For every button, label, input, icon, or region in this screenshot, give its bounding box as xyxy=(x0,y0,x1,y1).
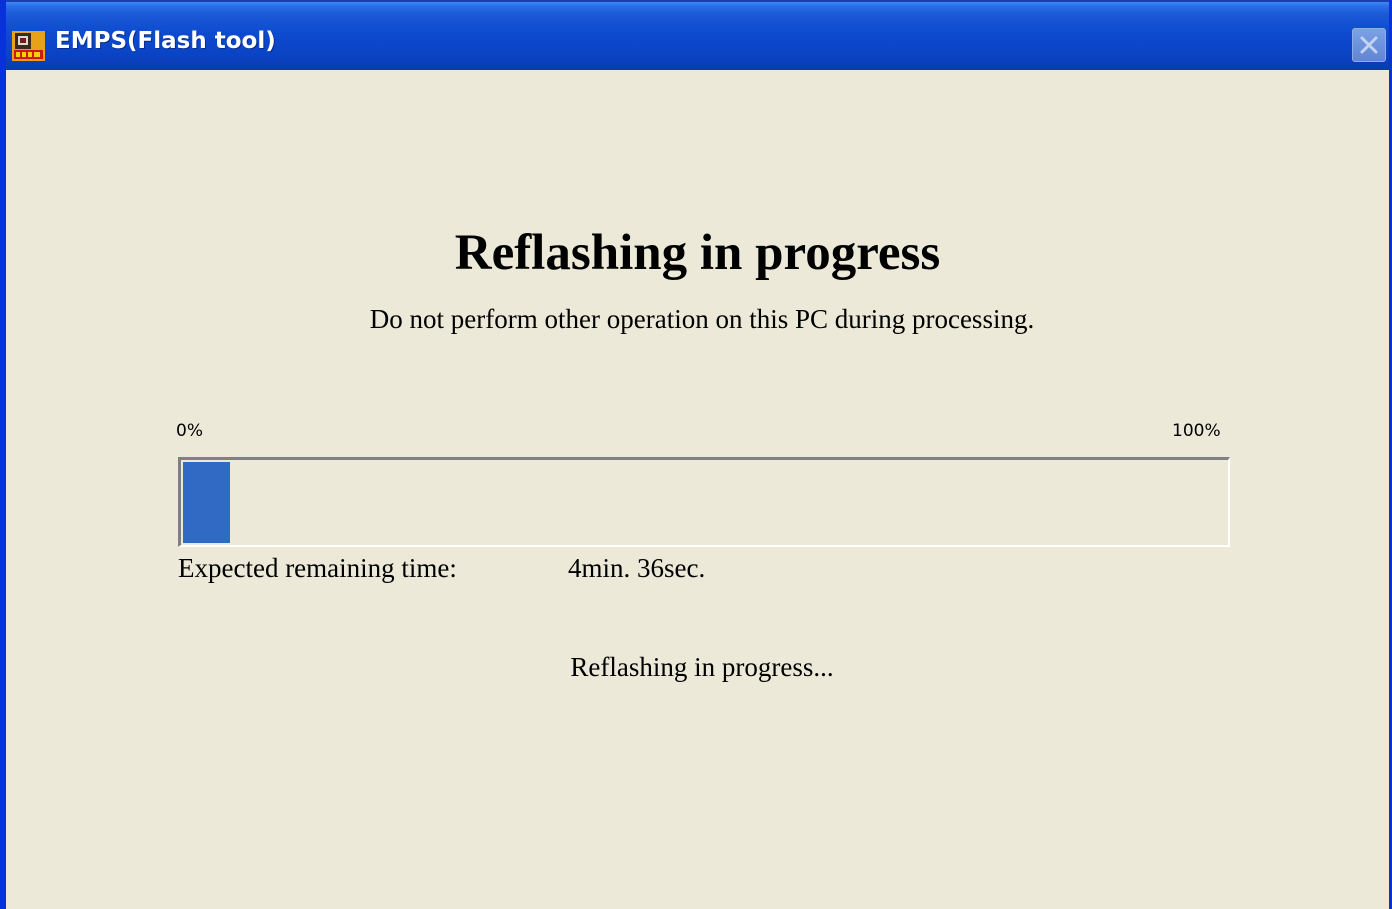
page-heading: Reflashing in progress xyxy=(454,225,941,281)
title-bar[interactable]: EMPS(Flash tool) xyxy=(6,0,1389,70)
remaining-time-label: Expected remaining time: xyxy=(178,553,457,583)
close-icon xyxy=(1360,36,1378,54)
warning-text: Do not perform other operation on this P… xyxy=(369,304,1035,334)
window-title: EMPS(Flash tool) xyxy=(55,28,276,54)
flash-tool-window: EMPS(Flash tool) Reflashing in progress … xyxy=(0,0,1392,909)
emps-app-icon xyxy=(12,31,45,61)
remaining-time-value: 4min. 36sec. xyxy=(568,553,706,583)
progress-max-label: 100% xyxy=(1172,421,1221,441)
progress-fill xyxy=(183,462,230,543)
progress-bar xyxy=(178,457,1230,547)
progress-min-label: 0% xyxy=(176,421,203,441)
close-button[interactable] xyxy=(1352,28,1386,62)
status-text: Reflashing in progress... xyxy=(570,652,834,682)
